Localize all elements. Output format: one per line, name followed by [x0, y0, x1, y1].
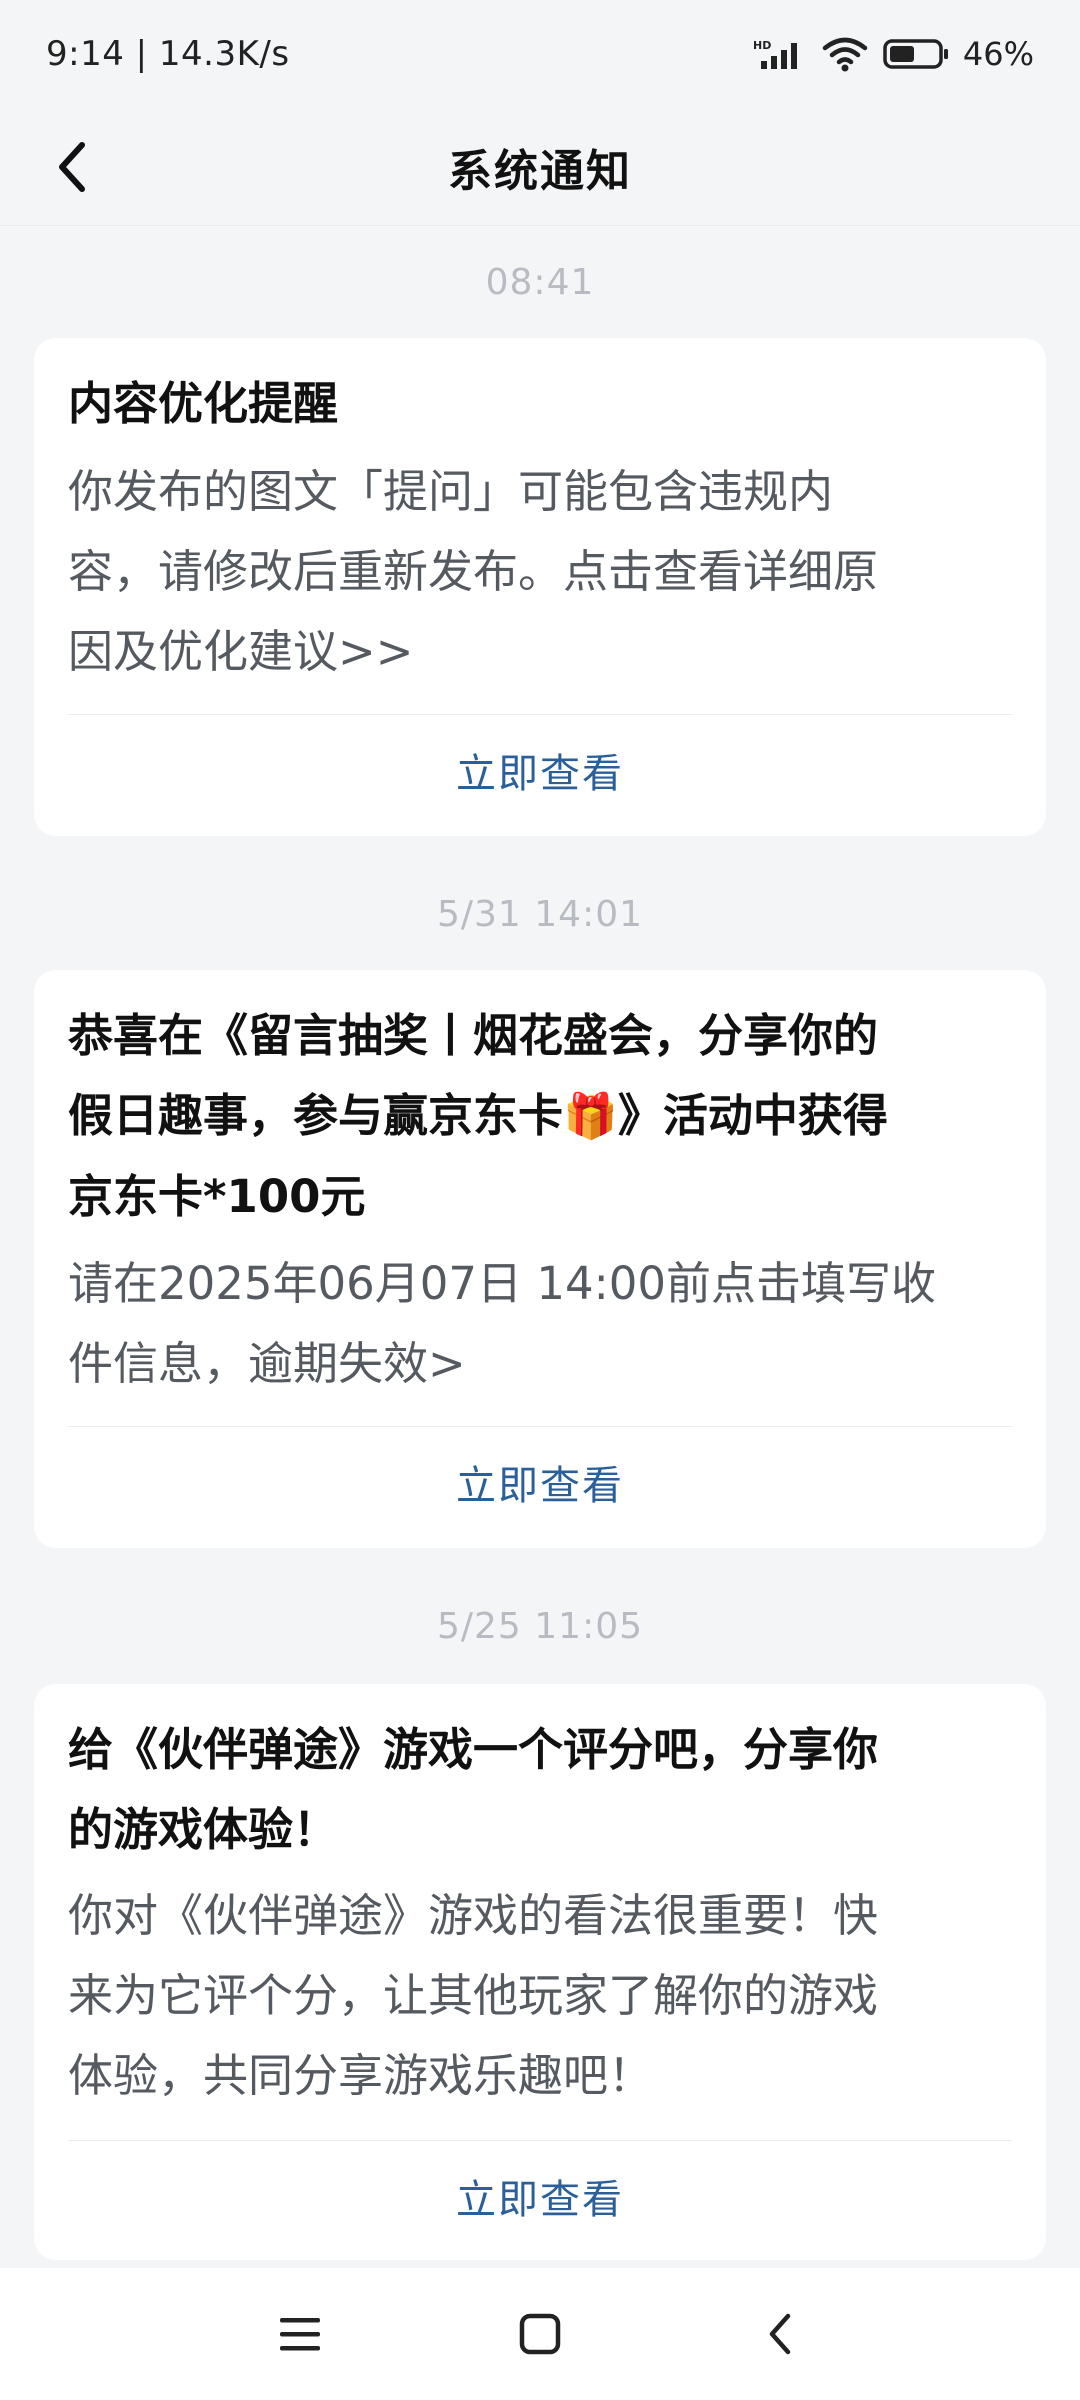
card-body-line: 你发布的图文「提问」可能包含违规内 [68, 465, 834, 518]
gift-icon: 🎁 [563, 1091, 618, 1142]
message-timestamp: 5/31 14:01 [436, 894, 644, 935]
page-title: 系统通知 [448, 145, 632, 197]
card-title: 给《伙伴弹途》游戏一个评分吧，分享你 的游戏体验！ [68, 1710, 1012, 1870]
hd-signal-icon: HD [753, 37, 807, 71]
nav-back-button[interactable] [735, 2289, 825, 2379]
system-notification-page: 9:14 | 14.3K/s HD 46% 系统通知 08:41 内容优化提醒 … [0, 0, 1080, 2400]
back-arrow-icon [59, 141, 85, 192]
home-icon [519, 2313, 561, 2355]
notification-card: 恭喜在《留言抽奖丨烟花盛会，分享你的 假日趣事，参与赢京东卡🎁》活动中获得 京东… [34, 970, 1046, 1548]
back-icon [769, 2313, 791, 2355]
card-title-segment: 》活动中获得 [617, 1089, 888, 1142]
notification-card: 给《伙伴弹途》游戏一个评分吧，分享你 的游戏体验！ 你对《伙伴弹途》游戏的看法很… [34, 1684, 1046, 2260]
status-time-speed: 9:14 | 14.3K/s [46, 34, 290, 74]
card-body-line: 因及优化建议>> [68, 625, 414, 678]
svg-text:HD: HD [753, 39, 771, 52]
card-body-line: 请在2025年06月07日 14:00前点击填写收 [68, 1257, 937, 1310]
card-title-line: 恭喜在《留言抽奖丨烟花盛会，分享你的 [68, 1009, 879, 1062]
card-body-line: 你对《伙伴弹途》游戏的看法很重要！快 [68, 1889, 879, 1942]
card-divider [68, 2140, 1012, 2141]
card-body[interactable]: 请在2025年06月07日 14:00前点击填写收 件信息，逾期失效> [68, 1244, 1012, 1404]
view-now-button[interactable]: 立即查看 [34, 720, 1046, 820]
system-nav-bar [0, 2268, 1080, 2400]
back-button[interactable] [40, 135, 104, 199]
message-timestamp: 5/25 11:05 [436, 1606, 644, 1647]
card-divider [68, 1426, 1012, 1427]
notification-card: 内容优化提醒 你发布的图文「提问」可能包含违规内 容，请修改后重新发布。点击查看… [34, 338, 1046, 836]
card-title: 内容优化提醒 [68, 377, 339, 430]
view-now-button[interactable]: 立即查看 [34, 2146, 1046, 2246]
status-icons: HD 46% [753, 35, 1034, 73]
wifi-icon [821, 36, 869, 72]
card-body[interactable]: 你对《伙伴弹途》游戏的看法很重要！快 来为它评个分，让其他玩家了解你的游戏 体验… [68, 1876, 1012, 2116]
battery-percent: 46% [962, 35, 1034, 73]
status-bar: 9:14 | 14.3K/s HD 46% [0, 0, 1080, 108]
card-body-line: 来为它评个分，让其他玩家了解你的游戏 [68, 1969, 879, 2022]
card-body-line: 件信息，逾期失效> [68, 1337, 466, 1390]
menu-icon [280, 2318, 320, 2351]
card-title-line: 京东卡*100元 [68, 1170, 366, 1223]
card-title: 恭喜在《留言抽奖丨烟花盛会，分享你的 假日趣事，参与赢京东卡🎁》活动中获得 京东… [68, 996, 1012, 1237]
card-title-line: 假日趣事，参与赢京东卡🎁》活动中获得 [68, 1076, 1012, 1157]
card-body-line: 体验，共同分享游戏乐趣吧！ [68, 2049, 654, 2102]
card-body-line: 容，请修改后重新发布。点击查看详细原 [68, 545, 879, 598]
battery-icon [883, 38, 949, 70]
message-timestamp: 08:41 [485, 262, 595, 303]
card-title-segment: 假日趣事，参与赢京东卡 [68, 1089, 564, 1142]
card-body[interactable]: 你发布的图文「提问」可能包含违规内 容，请修改后重新发布。点击查看详细原 因及优… [68, 452, 1012, 692]
card-divider [68, 714, 1012, 715]
menu-button[interactable] [255, 2289, 345, 2379]
card-title-line: 给《伙伴弹途》游戏一个评分吧，分享你 [68, 1723, 879, 1776]
card-title-line: 的游戏体验！ [68, 1803, 339, 1856]
header: 系统通知 [0, 108, 1080, 226]
home-button[interactable] [495, 2289, 585, 2379]
view-now-button[interactable]: 立即查看 [34, 1432, 1046, 1532]
